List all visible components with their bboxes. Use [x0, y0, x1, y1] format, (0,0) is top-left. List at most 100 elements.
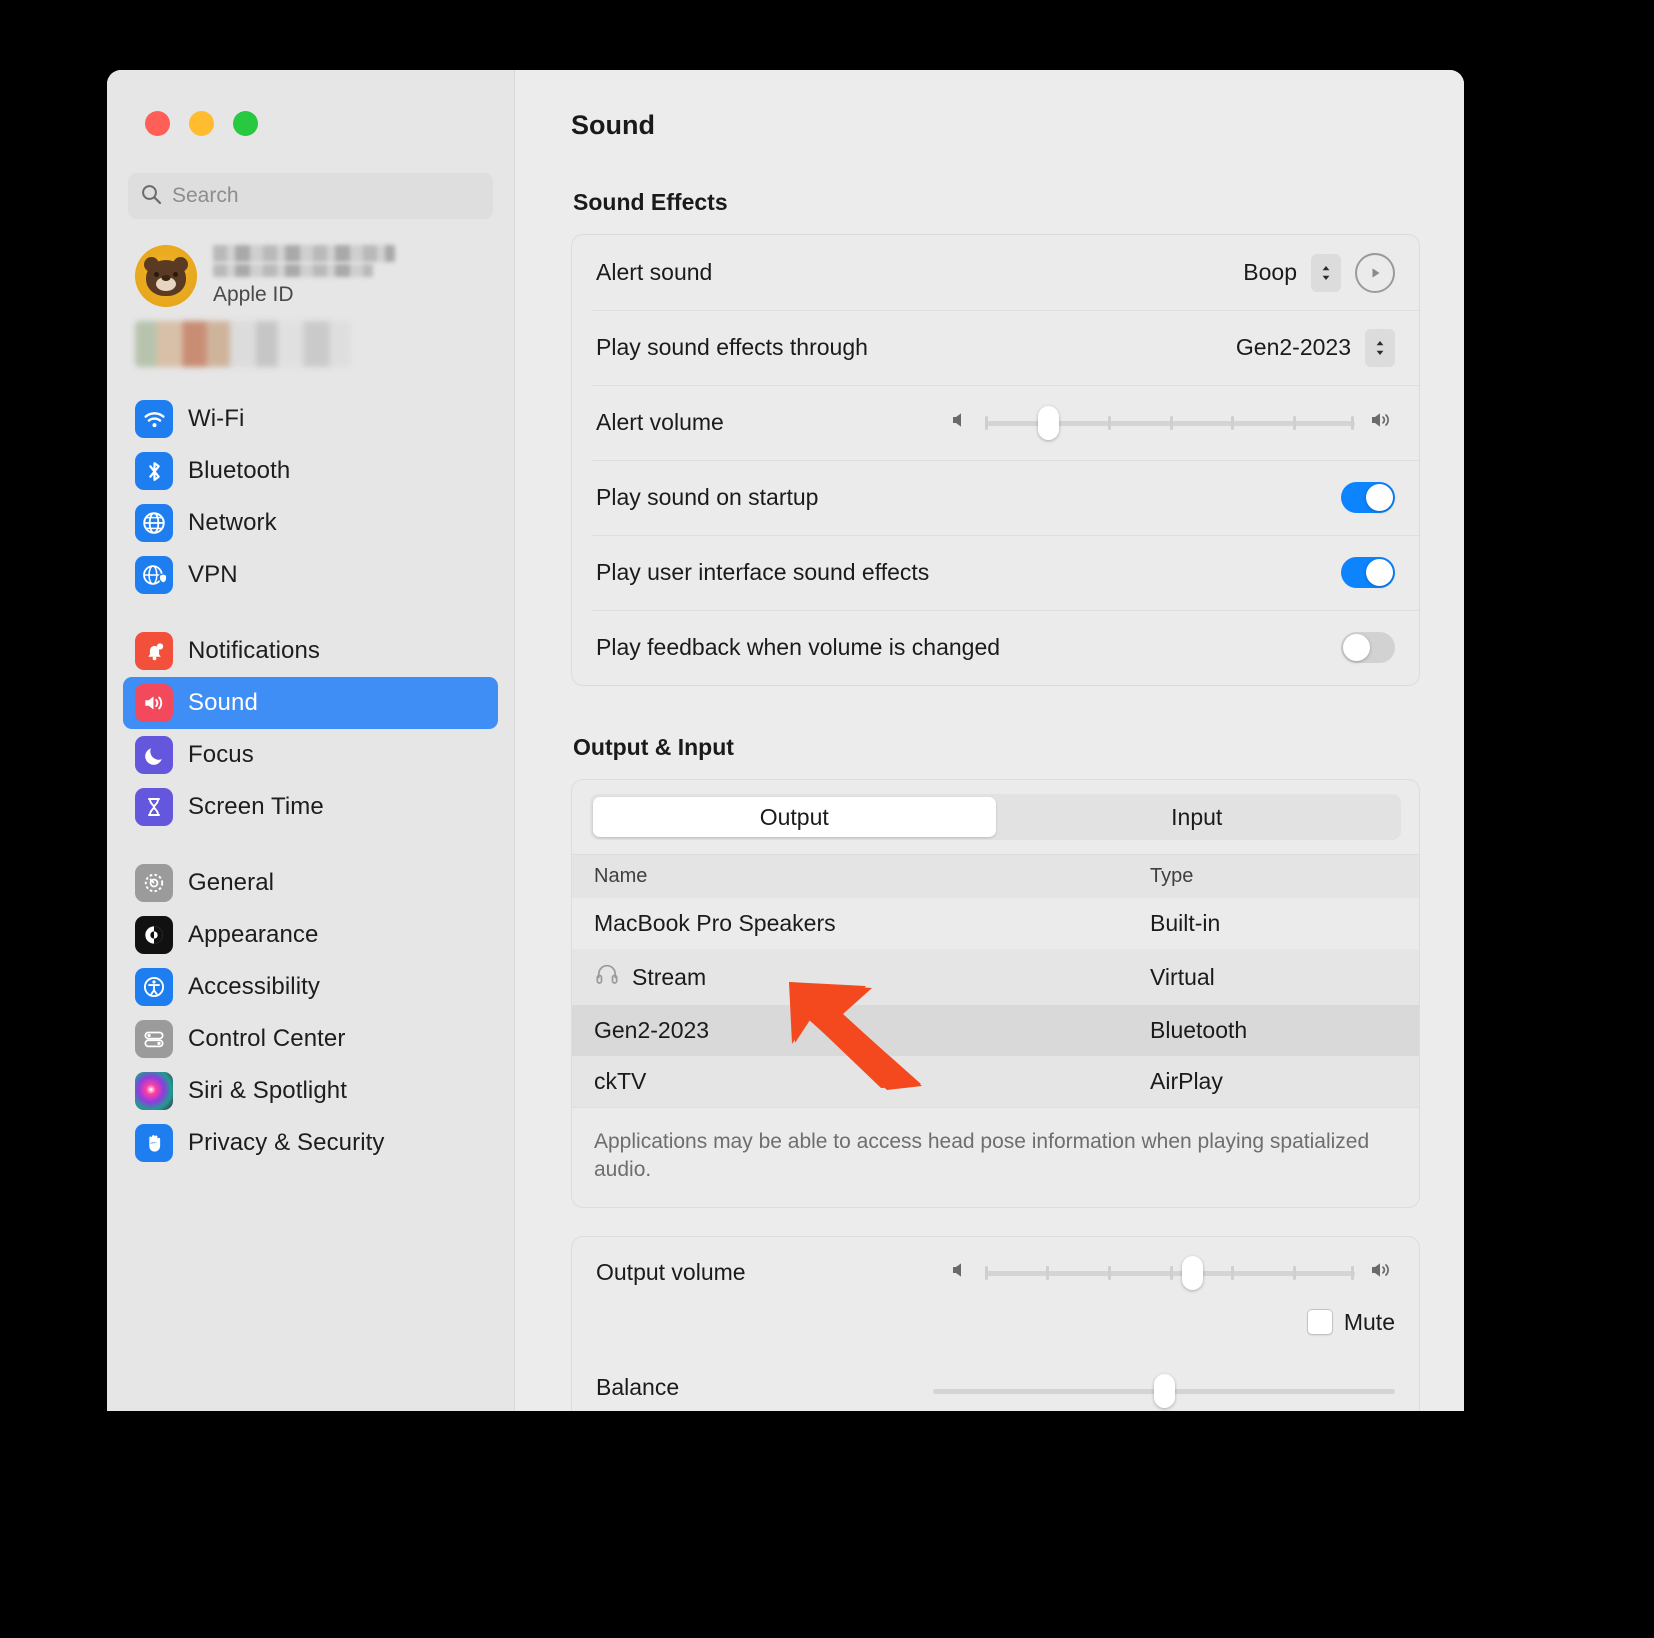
slider-knob[interactable] — [1037, 405, 1059, 440]
speaker-low-icon — [949, 409, 971, 436]
apple-id-label: Apple ID — [213, 283, 294, 306]
sidebar-item-notifications[interactable]: Notifications — [123, 625, 498, 677]
bluetooth-icon — [135, 452, 173, 490]
device-type: AirPlay — [1150, 1068, 1223, 1094]
play-ui-sound-effects-toggle[interactable] — [1341, 557, 1395, 588]
main-content: Sound Sound Effects Alert sound Boop Pla… — [515, 70, 1464, 1411]
hourglass-icon — [135, 788, 173, 826]
tab-output[interactable]: Output — [593, 797, 996, 837]
sidebar-item-screen-time[interactable]: Screen Time — [123, 781, 498, 833]
sidebar: Apple ID Wi-Fi — [107, 70, 515, 1411]
sidebar-item-wi-fi[interactable]: Wi-Fi — [123, 393, 498, 445]
headphones-icon — [594, 961, 620, 993]
search-field[interactable] — [128, 173, 493, 219]
mute-label: Mute — [1343, 1308, 1395, 1335]
sidebar-item-accessibility[interactable]: Accessibility — [123, 961, 498, 1013]
table-row[interactable]: ckTV AirPlay — [572, 1056, 1419, 1107]
balance-label: Balance — [596, 1373, 680, 1400]
device-name: MacBook Pro Speakers — [594, 910, 836, 936]
sidebar-item-focus[interactable]: Focus — [123, 729, 498, 781]
sidebar-item-label: Focus — [188, 741, 254, 768]
spatial-audio-note: Applications may be able to access head … — [572, 1107, 1419, 1207]
sidebar-item-label: General — [188, 869, 275, 896]
sidebar-item-sound[interactable]: Sound — [123, 677, 498, 729]
device-name: Stream — [632, 963, 707, 990]
sidebar-item-label: Wi-Fi — [188, 405, 245, 432]
sidebar-item-siri-and-spotlight[interactable]: Siri & Spotlight — [123, 1065, 498, 1117]
sidebar-item-bluetooth[interactable]: Bluetooth — [123, 445, 498, 497]
vpn-globe-shield-icon — [135, 556, 173, 594]
table-row[interactable]: MacBook Pro Speakers Built-in — [572, 898, 1419, 949]
alert-volume-slider[interactable] — [985, 405, 1355, 440]
search-icon — [140, 183, 162, 210]
balance-slider[interactable] — [933, 1373, 1395, 1408]
alert-sound-popup-stepper[interactable] — [1311, 253, 1341, 292]
speaker-waves-icon — [135, 684, 173, 722]
sidebar-item-label: Control Center — [188, 1025, 346, 1052]
toggle-label: Play user interface sound effects — [596, 559, 930, 585]
play-sound-on-startup-row: Play sound on startup — [572, 460, 1419, 535]
siri-orb-icon — [135, 1072, 173, 1110]
family-banner-redacted[interactable] — [135, 321, 351, 367]
gear-icon — [135, 864, 173, 902]
output-input-heading: Output & Input — [573, 734, 734, 760]
balance-row: Balance Left Right — [572, 1356, 1419, 1411]
accessibility-icon — [135, 968, 173, 1006]
output-input-card: Output Input Name Type MacBook Pro Speak… — [571, 779, 1420, 1208]
sound-effects-heading: Sound Effects — [573, 189, 728, 215]
sidebar-item-label: Accessibility — [188, 973, 320, 1000]
device-type: Built-in — [1150, 910, 1221, 936]
mute-row: Mute — [572, 1309, 1419, 1356]
alert-sound-label: Alert sound — [596, 259, 713, 285]
sidebar-item-label: VPN — [188, 561, 238, 588]
balance-right-label: Right — [1346, 1410, 1395, 1411]
slider-knob[interactable] — [1182, 1255, 1204, 1290]
sidebar-item-appearance[interactable]: Appearance — [123, 909, 498, 961]
output-volume-slider[interactable] — [985, 1255, 1355, 1290]
play-through-popup-stepper[interactable] — [1365, 328, 1395, 367]
play-through-value: Gen2-2023 — [1235, 334, 1351, 360]
search-input[interactable] — [172, 184, 481, 208]
alert-volume-row: Alert volume — [572, 385, 1419, 460]
column-header-type: Type — [1150, 865, 1194, 887]
table-row[interactable]: Gen2-2023 Bluetooth — [572, 1005, 1419, 1056]
sound-effects-card: Alert sound Boop Play sound effects thro… — [571, 234, 1420, 686]
hand-icon — [135, 1124, 173, 1162]
sidebar-item-control-center[interactable]: Control Center — [123, 1013, 498, 1065]
sidebar-item-vpn[interactable]: VPN — [123, 549, 498, 601]
sidebar-item-label: Bluetooth — [188, 457, 291, 484]
sidebar-item-label: Notifications — [188, 637, 321, 664]
output-volume-label: Output volume — [596, 1259, 746, 1286]
play-through-label: Play sound effects through — [596, 334, 868, 360]
device-type: Bluetooth — [1150, 1017, 1248, 1043]
alert-sound-row: Alert sound Boop — [572, 235, 1419, 310]
apple-id-account-row[interactable]: Apple ID — [107, 219, 514, 307]
mute-checkbox[interactable] — [1306, 1309, 1333, 1336]
moon-icon — [135, 736, 173, 774]
sidebar-item-label: Network — [188, 509, 277, 536]
sidebar-item-general[interactable]: General — [123, 857, 498, 909]
avatar — [135, 245, 197, 307]
sidebar-item-privacy-and-security[interactable]: Privacy & Security — [123, 1117, 498, 1169]
device-type: Virtual — [1150, 963, 1215, 990]
speaker-high-icon — [1369, 409, 1395, 436]
system-settings-window: Apple ID Wi-Fi — [107, 70, 1464, 1411]
minimize-button[interactable] — [189, 111, 214, 136]
play-sound-on-startup-toggle[interactable] — [1341, 482, 1395, 513]
device-name: ckTV — [594, 1068, 647, 1094]
slider-knob[interactable] — [1154, 1373, 1175, 1408]
sidebar-nav: Wi-Fi Bluetooth Network VPN Notification… — [107, 393, 514, 1169]
table-row[interactable]: Stream Virtual — [572, 949, 1419, 1005]
speaker-low-icon — [949, 1259, 971, 1286]
play-icon[interactable] — [1355, 252, 1395, 293]
device-name: Gen2-2023 — [594, 1017, 710, 1043]
sidebar-group-system-alerts: Notifications Sound Focus Screen Time — [123, 625, 498, 833]
tab-input[interactable]: Input — [996, 797, 1399, 837]
output-volume-row: Output volume — [572, 1237, 1419, 1309]
close-button[interactable] — [145, 111, 170, 136]
play-feedback-volume-toggle[interactable] — [1341, 632, 1395, 663]
maximize-button[interactable] — [233, 111, 258, 136]
sidebar-item-network[interactable]: Network — [123, 497, 498, 549]
output-input-tabs: Output Input — [590, 794, 1401, 840]
sidebar-group-general: General Appearance Accessibility Control… — [123, 857, 498, 1169]
